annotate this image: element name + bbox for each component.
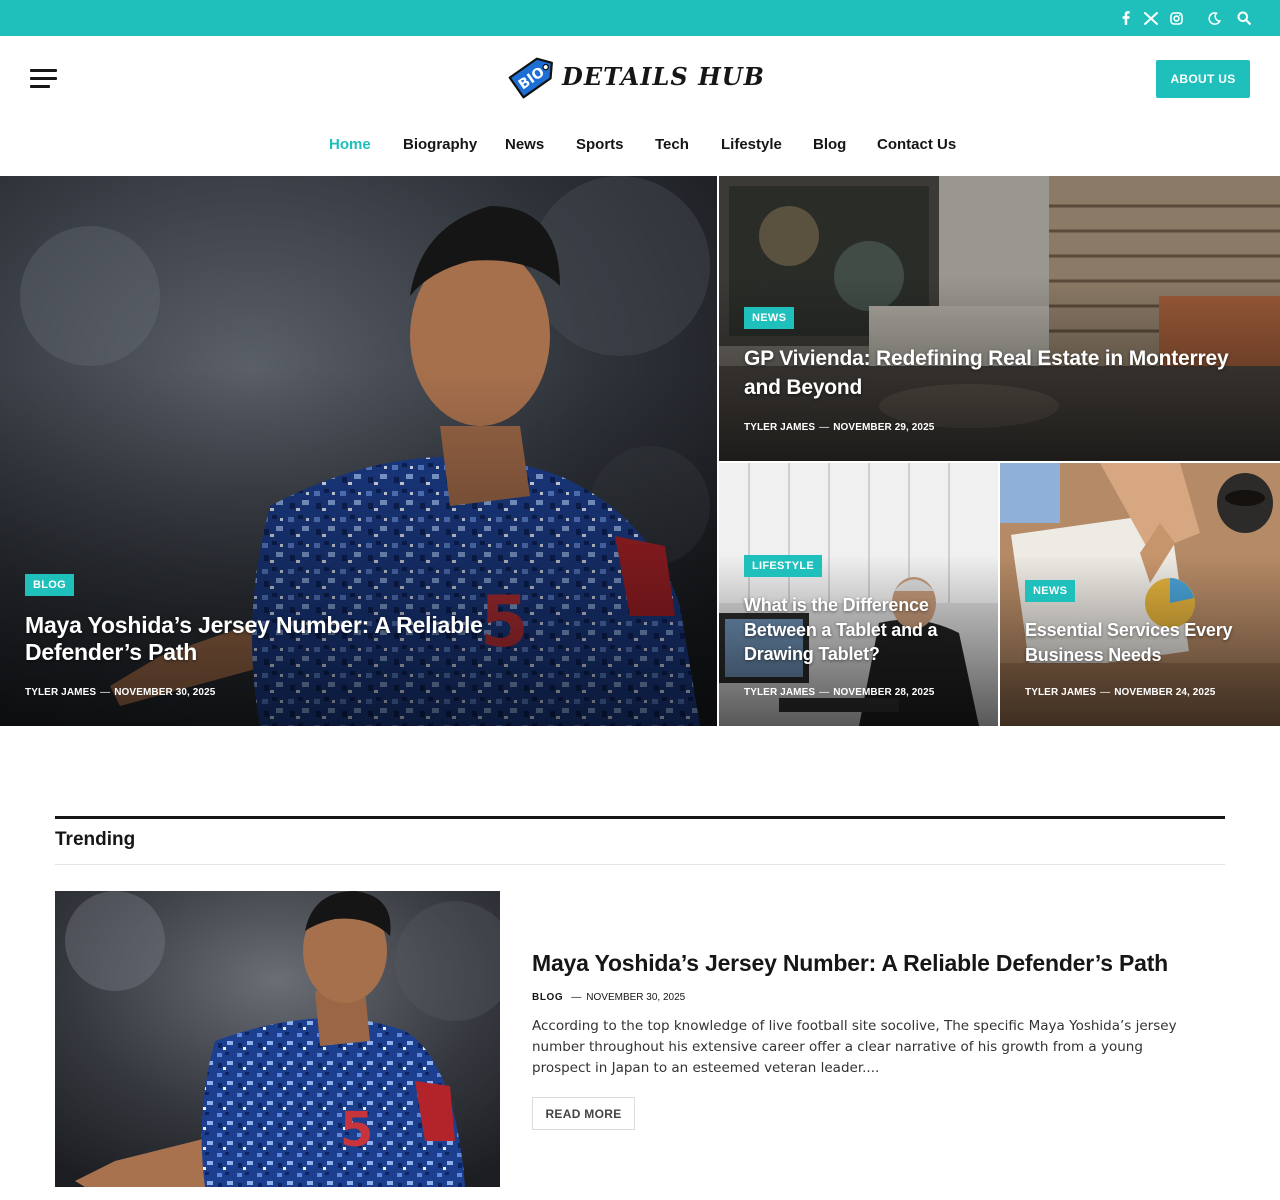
menu-line (30, 85, 50, 88)
post-meta: TYLER JAMES — NOVEMBER 29, 2025 (744, 422, 935, 433)
site-logo[interactable]: BIO DETAILS HUB (504, 46, 769, 106)
post-author[interactable]: TYLER JAMES (744, 422, 815, 433)
facebook-icon[interactable] (1117, 10, 1135, 26)
post-author[interactable]: TYLER JAMES (1025, 687, 1096, 698)
instagram-icon[interactable] (1167, 10, 1185, 26)
nav-item-blog[interactable]: Blog (813, 136, 846, 153)
post-date: NOVEMBER 29, 2025 (833, 422, 935, 433)
category-badge[interactable]: BLOG (25, 574, 74, 596)
featured-post-main[interactable]: 5 BLOG Maya Yoshida’s Jersey Number: A R… (0, 176, 717, 726)
trending-heading: Trending (55, 829, 136, 850)
dark-mode-icon[interactable] (1205, 10, 1223, 26)
post-author[interactable]: TYLER JAMES (25, 687, 96, 698)
post-date: NOVEMBER 24, 2025 (1114, 687, 1216, 698)
site-header: BIO DETAILS HUB ABOUT US Home Biography … (0, 36, 1280, 176)
post-date: NOVEMBER 28, 2025 (833, 687, 935, 698)
featured-post-quaternary[interactable]: NEWS Essential Services Every Business N… (1000, 463, 1280, 726)
x-icon[interactable] (1142, 10, 1160, 26)
post-meta: TYLER JAMES — NOVEMBER 28, 2025 (744, 687, 935, 698)
menu-line (30, 77, 57, 80)
trending-post-title[interactable]: Maya Yoshida’s Jersey Number: A Reliable… (532, 950, 1168, 977)
main-nav: Home Biography News Sports Tech Lifestyl… (0, 136, 1280, 160)
nav-item-home[interactable]: Home (329, 136, 371, 153)
top-bar (0, 0, 1280, 36)
featured-post-title[interactable]: What is the Difference Between a Tablet … (744, 593, 984, 667)
featured-post-title[interactable]: Essential Services Every Business Needs (1025, 618, 1265, 667)
logo-text: DETAILS HUB (562, 62, 765, 91)
featured-post-title[interactable]: Maya Yoshida’s Jersey Number: A Reliable… (25, 612, 505, 666)
trending-post-excerpt: According to the top knowledge of live f… (532, 1018, 1177, 1076)
nav-item-news[interactable]: News (505, 136, 544, 153)
menu-toggle-button[interactable] (30, 69, 57, 89)
category-badge[interactable]: LIFESTYLE (744, 555, 822, 577)
nav-item-contact-us[interactable]: Contact Us (877, 136, 956, 153)
nav-item-sports[interactable]: Sports (576, 136, 624, 153)
featured-post-title[interactable]: GP Vivienda: Redefining Real Estate in M… (744, 344, 1254, 402)
featured-post-tertiary[interactable]: LIFESTYLE What is the Difference Between… (719, 463, 998, 726)
nav-item-lifestyle[interactable]: Lifestyle (721, 136, 782, 153)
post-date: NOVEMBER 30, 2025 (586, 992, 686, 1003)
footballer-photo: 5 (55, 891, 500, 1187)
svg-text:5: 5 (340, 1102, 373, 1158)
category-badge[interactable]: NEWS (1025, 580, 1076, 602)
featured-post-secondary[interactable]: NEWS GP Vivienda: Redefining Real Estate… (719, 176, 1280, 461)
post-meta: TYLER JAMES — NOVEMBER 30, 2025 (25, 687, 216, 698)
post-author[interactable]: TYLER JAMES (744, 687, 815, 698)
search-icon[interactable] (1235, 10, 1253, 26)
logo-tag-icon: BIO (508, 57, 553, 99)
trending-post-meta: BLOG — NOVEMBER 30, 2025 (532, 992, 686, 1003)
read-more-button[interactable]: READ MORE (532, 1097, 635, 1130)
post-category[interactable]: BLOG (532, 992, 563, 1003)
category-badge[interactable]: NEWS (744, 307, 795, 329)
post-meta: TYLER JAMES — NOVEMBER 24, 2025 (1025, 687, 1216, 698)
trending-post-thumbnail[interactable]: 5 (55, 891, 500, 1187)
nav-item-tech[interactable]: Tech (655, 136, 689, 153)
menu-line (30, 69, 57, 72)
section-divider (55, 864, 1225, 865)
nav-item-biography[interactable]: Biography (403, 136, 477, 153)
section-divider (55, 816, 1225, 819)
about-us-button[interactable]: ABOUT US (1156, 60, 1250, 98)
post-date: NOVEMBER 30, 2025 (114, 687, 216, 698)
